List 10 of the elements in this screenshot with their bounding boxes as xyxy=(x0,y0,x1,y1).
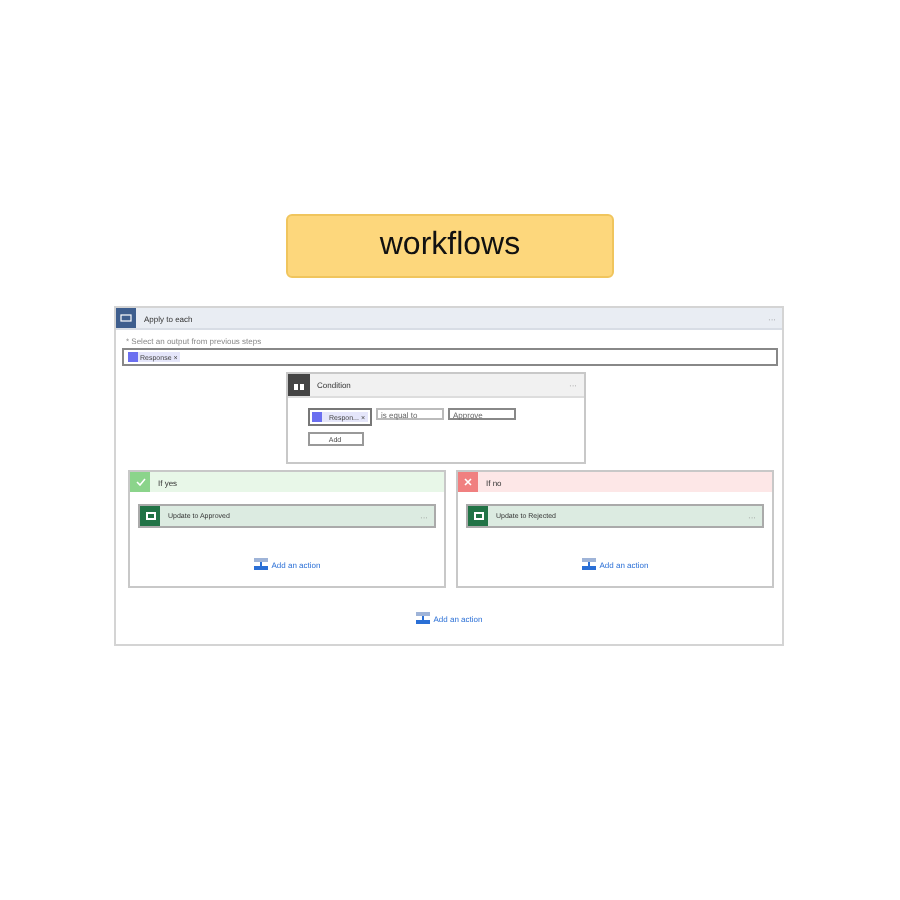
add-action-icon xyxy=(415,612,430,624)
condition-icon xyxy=(287,374,309,396)
spreadsheet-icon xyxy=(140,506,160,526)
loop-icon xyxy=(116,308,136,328)
check-icon xyxy=(130,472,150,492)
close-icon xyxy=(458,472,478,492)
title-badge: workflows xyxy=(286,214,614,278)
spreadsheet-icon xyxy=(468,506,488,526)
add-action-icon xyxy=(253,558,268,570)
add-action-icon xyxy=(581,558,596,570)
